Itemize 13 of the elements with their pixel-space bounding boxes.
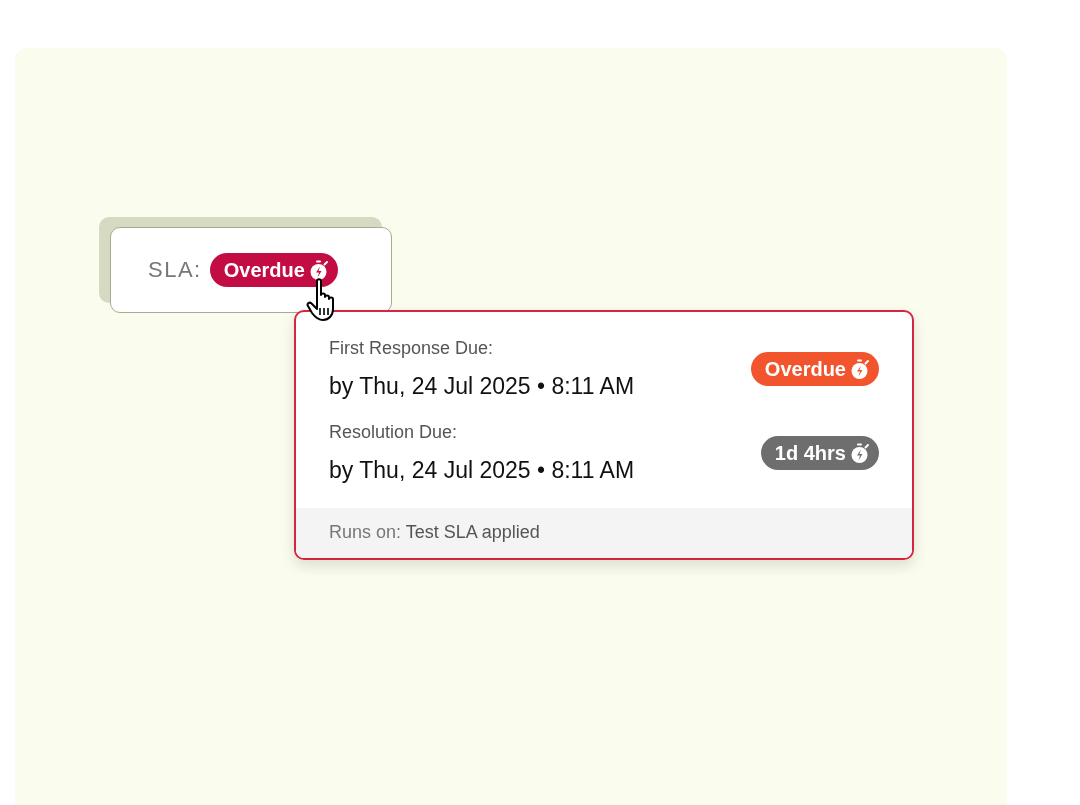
runs-on-label: Runs on: <box>329 522 402 542</box>
stopwatch-icon <box>309 259 329 281</box>
due-label: Resolution Due: <box>329 422 459 443</box>
stopwatch-icon <box>851 358 870 380</box>
sla-policy-name: Test SLA applied <box>405 522 540 542</box>
due-date: by Thu, 24 Jul 2025 • 8:11 AM <box>329 457 635 484</box>
stopwatch-icon <box>851 442 870 464</box>
status-badge: Overdue <box>209 253 338 287</box>
sla-label: SLA: <box>148 257 202 283</box>
status-badge: 1d 4hrs <box>760 436 879 470</box>
status-badge: Overdue <box>750 352 879 386</box>
due-date: by Thu, 24 Jul 2025 • 8:11 AM <box>329 373 635 400</box>
due-label: First Response Due: <box>329 338 495 359</box>
